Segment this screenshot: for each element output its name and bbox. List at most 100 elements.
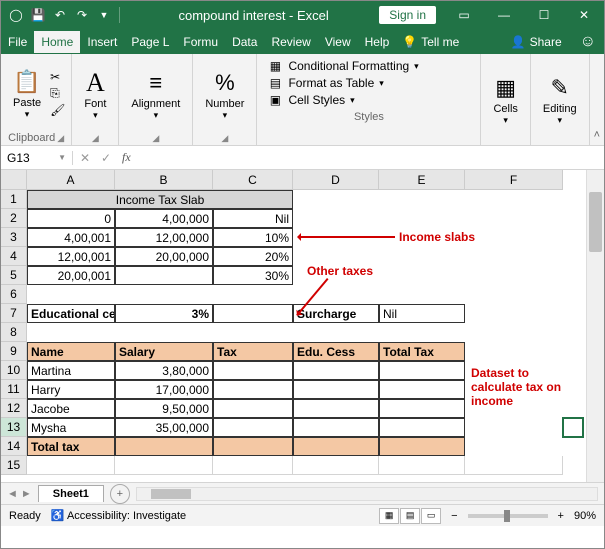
cell-D12[interactable] — [293, 399, 379, 418]
view-page-break-icon[interactable]: ▭ — [421, 508, 441, 524]
tab-home[interactable]: Home — [34, 31, 80, 53]
cell-B2[interactable]: 4,00,000 — [115, 209, 213, 228]
cell-C12[interactable] — [213, 399, 293, 418]
cancel-formula-icon[interactable]: ✕ — [76, 151, 94, 165]
sheet-next-icon[interactable]: ► — [21, 488, 32, 500]
select-all-corner[interactable] — [1, 170, 27, 190]
cell-C14[interactable] — [213, 437, 293, 456]
row-header-11[interactable]: 11 — [1, 380, 27, 399]
cell-E10[interactable] — [379, 361, 465, 380]
minimize-icon[interactable]: — — [484, 1, 524, 29]
sheet-tab-sheet1[interactable]: Sheet1 — [38, 485, 104, 502]
cell-A14[interactable]: Total tax — [27, 437, 115, 456]
cell-B3[interactable]: 12,00,000 — [115, 228, 213, 247]
cell-A15[interactable] — [27, 456, 115, 475]
cell-C13[interactable] — [213, 418, 293, 437]
cell-A12[interactable]: Jacobe — [27, 399, 115, 418]
row-header-15[interactable]: 15 — [1, 456, 27, 475]
font-button[interactable]: AFont▾ — [78, 66, 112, 123]
formula-input[interactable] — [135, 151, 604, 165]
cell-A9[interactable]: Name — [27, 342, 115, 361]
cell-C10[interactable] — [213, 361, 293, 380]
cell-E14[interactable] — [379, 437, 465, 456]
tab-review[interactable]: Review — [264, 31, 317, 53]
cell-B15[interactable] — [115, 456, 213, 475]
row-header-2[interactable]: 2 — [1, 209, 27, 228]
cell-C7[interactable] — [213, 304, 293, 323]
editing-button[interactable]: ✎Editing▾ — [537, 71, 583, 128]
col-header-E[interactable]: E — [379, 170, 465, 190]
cell-styles-button[interactable]: ▣Cell Styles ▾ — [267, 93, 470, 107]
cell-E12[interactable] — [379, 399, 465, 418]
fx-icon[interactable]: fx — [118, 150, 135, 165]
cell-D9[interactable]: Edu. Cess — [293, 342, 379, 361]
row-header-1[interactable]: 1 — [1, 190, 27, 209]
col-header-F[interactable]: F — [465, 170, 563, 190]
tab-insert[interactable]: Insert — [80, 31, 124, 53]
cell-B12[interactable]: 9,50,000 — [115, 399, 213, 418]
feedback-icon[interactable]: ☺ — [572, 33, 604, 51]
cell-A11[interactable]: Harry — [27, 380, 115, 399]
save-icon[interactable]: 💾 — [29, 6, 47, 24]
tab-help[interactable]: Help — [358, 31, 397, 53]
cell-B9[interactable]: Salary — [115, 342, 213, 361]
row-header-12[interactable]: 12 — [1, 399, 27, 418]
cell-C3[interactable]: 10% — [213, 228, 293, 247]
cell-E11[interactable] — [379, 380, 465, 399]
cell-B14[interactable] — [115, 437, 213, 456]
cell-D14[interactable] — [293, 437, 379, 456]
cell-A10[interactable]: Martina — [27, 361, 115, 380]
conditional-formatting-button[interactable]: ▦Conditional Formatting ▾ — [267, 59, 470, 73]
paste-button[interactable]: 📋Paste▾ — [7, 65, 47, 122]
clipboard-launcher[interactable]: ◢ — [57, 133, 64, 144]
cell-B7[interactable]: 3% — [115, 304, 213, 323]
maximize-icon[interactable]: ☐ — [524, 1, 564, 29]
view-page-layout-icon[interactable]: ▤ — [400, 508, 420, 524]
cell-D13[interactable] — [293, 418, 379, 437]
cell-A5[interactable]: 20,00,001 — [27, 266, 115, 285]
cell-A13[interactable]: Mysha — [27, 418, 115, 437]
format-painter-icon[interactable]: 🖌 — [50, 103, 65, 117]
cell-B10[interactable]: 3,80,000 — [115, 361, 213, 380]
cell-E13[interactable] — [379, 418, 465, 437]
cell-E9[interactable]: Total Tax — [379, 342, 465, 361]
autosave-toggle[interactable]: ◯ — [7, 6, 25, 24]
tell-me-search[interactable]: 💡Tell me — [396, 35, 465, 49]
format-as-table-button[interactable]: ▤Format as Table ▾ — [267, 76, 470, 90]
tab-formulas[interactable]: Formu — [176, 31, 225, 53]
row-header-7[interactable]: 7 — [1, 304, 27, 323]
cell-F15[interactable] — [465, 456, 563, 475]
cell-D7[interactable]: Surcharge — [293, 304, 379, 323]
cell-E15[interactable] — [379, 456, 465, 475]
accessibility-status[interactable]: ♿ Accessibility: Investigate — [51, 509, 186, 522]
cell-B4[interactable]: 20,00,000 — [115, 247, 213, 266]
cell-B5[interactable] — [115, 266, 213, 285]
cell-D11[interactable] — [293, 380, 379, 399]
cell-C15[interactable] — [213, 456, 293, 475]
cell-C4[interactable]: 20% — [213, 247, 293, 266]
cell-E7[interactable]: Nil — [379, 304, 465, 323]
row-header-14[interactable]: 14 — [1, 437, 27, 456]
view-normal-icon[interactable]: ▦ — [379, 508, 399, 524]
row-header-3[interactable]: 3 — [1, 228, 27, 247]
cell-C5[interactable]: 30% — [213, 266, 293, 285]
cut-icon[interactable]: ✂ — [50, 70, 65, 84]
tab-data[interactable]: Data — [225, 31, 264, 53]
cell-A2[interactable]: 0 — [27, 209, 115, 228]
collapse-ribbon-icon[interactable]: ˄ — [590, 54, 604, 145]
ribbon-options-icon[interactable]: ▭ — [444, 1, 484, 29]
zoom-slider[interactable] — [468, 514, 548, 518]
redo-icon[interactable]: ↷ — [73, 6, 91, 24]
zoom-out-icon[interactable]: − — [451, 510, 457, 522]
row-header-8[interactable]: 8 — [1, 323, 27, 342]
row-header-4[interactable]: 4 — [1, 247, 27, 266]
row-header-6[interactable]: 6 — [1, 285, 27, 304]
tab-page-layout[interactable]: Page L — [124, 31, 176, 53]
cell-B13[interactable]: 35,00,000 — [115, 418, 213, 437]
cells-button[interactable]: ▦Cells▾ — [487, 71, 523, 128]
number-button[interactable]: %Number▾ — [199, 66, 250, 123]
copy-icon[interactable]: ⎘ — [50, 86, 65, 101]
spreadsheet-grid[interactable]: ABCDEF 123456789101112131415 Income slab… — [1, 170, 604, 482]
cell-D15[interactable] — [293, 456, 379, 475]
cell-C9[interactable]: Tax — [213, 342, 293, 361]
